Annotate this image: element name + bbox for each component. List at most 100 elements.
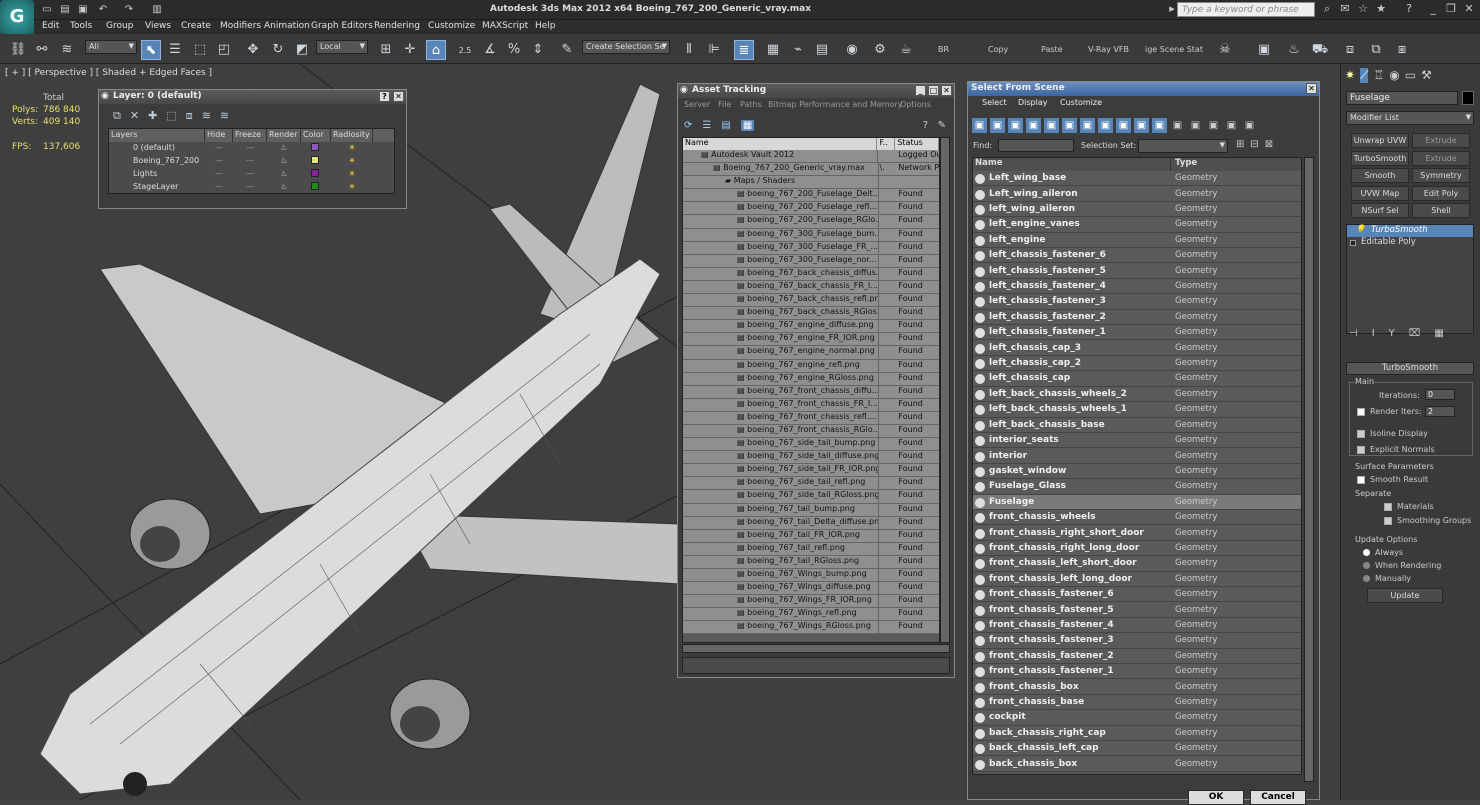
menu-maxscript[interactable]: MAXScript: [482, 21, 528, 31]
isoline-checkbox[interactable]: [1357, 430, 1365, 438]
viewport-label[interactable]: [ + ] [ Perspective ] [ Shaded + Edged F…: [5, 68, 212, 78]
asset-whatsthis-icon[interactable]: ✎: [938, 120, 946, 131]
asset-menu-options[interactable]: Options: [900, 100, 931, 112]
layer-col-render[interactable]: Render: [267, 129, 301, 142]
hierarchy-tab-icon[interactable]: ♖: [1373, 68, 1384, 83]
radiosity-icon[interactable]: ☀: [331, 155, 373, 168]
curve-editor-icon[interactable]: ⌁: [788, 40, 808, 60]
modifier-button-shell[interactable]: Shell: [1412, 203, 1470, 218]
bulb-icon[interactable]: 💡: [1355, 225, 1366, 235]
quick-render-icon[interactable]: ▣: [1254, 40, 1274, 60]
auto-key-icon[interactable]: ⧆: [1392, 40, 1412, 60]
snaps-toggle-icon[interactable]: 2.5: [455, 40, 475, 60]
edit-named-selection-icon[interactable]: ✎: [557, 40, 577, 60]
modify-tab-icon[interactable]: ⟋: [1360, 68, 1369, 83]
radiosity-icon[interactable]: ☀: [331, 142, 373, 155]
select-scale-icon[interactable]: ◩: [292, 40, 312, 60]
asset-row[interactable]: ▤ boeing_767_200_Fuselage_RGlo... Found: [683, 215, 939, 229]
scene-object-row[interactable]: back_chassis_box Geometry: [973, 756, 1301, 772]
asset-row[interactable]: ▤ boeing_767_200_Fuselage_Delt... Found: [683, 189, 939, 203]
scene-object-row[interactable]: left_chassis_fastener_5 Geometry: [973, 263, 1301, 279]
favorites-icon[interactable]: ☆: [1356, 2, 1370, 16]
asset-row[interactable]: ▤ boeing_767_side_tail_RGloss.png Found: [683, 490, 939, 504]
select-menu-select[interactable]: Select: [982, 98, 1007, 110]
undo-icon[interactable]: ↶: [96, 3, 110, 16]
new-file-icon[interactable]: ▭: [40, 3, 54, 16]
remove-set-icon[interactable]: ⊠: [1265, 139, 1273, 150]
stack-item-turbosmooth[interactable]: 💡 TurboSmooth: [1347, 225, 1473, 237]
scene-object-row[interactable]: back_chassis_right_cap Geometry: [973, 725, 1301, 742]
asset-minimize-button[interactable]: _: [915, 85, 926, 96]
layer-hide-toggle[interactable]: —: [205, 155, 233, 168]
menu-group[interactable]: Group: [106, 21, 133, 31]
asset-row[interactable]: ▤ boeing_767_side_tail_bump.png Found: [683, 438, 939, 452]
find-input[interactable]: [998, 139, 1074, 152]
menu-rendering[interactable]: Rendering: [374, 21, 420, 31]
display-shapes-icon[interactable]: ▣: [990, 118, 1005, 133]
scene-object-row[interactable]: left_chassis_fastener_4 Geometry: [973, 278, 1301, 295]
tree-view-icon[interactable]: ▤: [721, 120, 730, 131]
spinner-snap-icon[interactable]: ⇕: [528, 40, 548, 60]
scene-object-row[interactable]: left_chassis_fastener_3 Geometry: [973, 294, 1301, 310]
scene-stat-button[interactable]: ige Scene Stat: [1145, 45, 1203, 54]
add-set-icon[interactable]: ⊞: [1236, 139, 1244, 150]
asset-hscrollbar[interactable]: [682, 644, 950, 653]
select-object-icon[interactable]: ⬉: [141, 40, 161, 60]
asset-row[interactable]: ▤ boeing_767_back_chassis_diffus... Found: [683, 267, 939, 281]
make-unique-icon[interactable]: Y: [1389, 328, 1395, 339]
update-button[interactable]: Update: [1367, 588, 1443, 603]
menu-create[interactable]: Create: [181, 21, 211, 31]
new-layer-icon[interactable]: ⧉: [113, 109, 121, 123]
display-bones-icon[interactable]: ▣: [1116, 118, 1131, 133]
scene-object-row[interactable]: front_chassis_left_short_door Geometry: [973, 556, 1301, 572]
display-spacewarps-icon[interactable]: ▣: [1062, 118, 1077, 133]
link-icon[interactable]: ⛓: [8, 40, 28, 60]
asset-menu-file[interactable]: File: [718, 100, 731, 112]
paste-button[interactable]: Paste: [1041, 45, 1063, 54]
scene-object-row[interactable]: left_chassis_fastener_6 Geometry: [973, 248, 1301, 264]
remove-modifier-icon[interactable]: ⌧: [1409, 328, 1421, 339]
restore-icon[interactable]: ❐: [1444, 2, 1458, 16]
copy-button[interactable]: Copy: [988, 45, 1008, 54]
align-icon[interactable]: ⊫: [704, 40, 724, 60]
smoothing-groups-checkbox[interactable]: [1384, 517, 1392, 525]
menu-views[interactable]: Views: [145, 21, 171, 31]
asset-row[interactable]: ▤ boeing_767_300_Fuselage_nor... Found: [683, 254, 939, 268]
keyboard-shortcut-toggle-icon[interactable]: ⌂: [426, 40, 446, 60]
asset-row[interactable]: ▤ boeing_767_tail_RGloss.png Found: [683, 555, 939, 569]
modifier-button-extrude[interactable]: Extrude: [1412, 133, 1470, 148]
menu-help[interactable]: Help: [535, 21, 556, 31]
modifier-button-nsurf-sel[interactable]: NSurf Sel: [1351, 203, 1409, 218]
scene-object-row[interactable]: front_chassis_fastener_3 Geometry: [973, 633, 1301, 649]
teapot-render-icon[interactable]: ♨: [267, 181, 301, 194]
teapot-render-icon[interactable]: ♨: [267, 155, 301, 168]
layer-color-swatch[interactable]: [301, 181, 331, 194]
explicit-normals-checkbox[interactable]: [1357, 446, 1365, 454]
smooth-result-checkbox[interactable]: [1357, 476, 1365, 484]
layer-col-radiosity[interactable]: Radiosity: [331, 129, 373, 142]
layer-freeze-toggle[interactable]: —: [233, 155, 267, 168]
display-tab-icon[interactable]: ▭: [1405, 68, 1416, 83]
asset-maximize-button[interactable]: □: [928, 85, 939, 96]
help-search-input[interactable]: Type a keyword or phrase: [1177, 2, 1315, 17]
selection-filter-dropdown[interactable]: All: [85, 40, 137, 54]
add-to-layer-icon[interactable]: ✚: [148, 109, 157, 123]
layer-color-swatch[interactable]: [301, 142, 331, 155]
project-folder-icon[interactable]: ▥: [150, 3, 164, 16]
asset-row[interactable]: ▤ boeing_767_side_tail_diffuse.png Found: [683, 451, 939, 465]
scene-object-row[interactable]: gasket_window Geometry: [973, 463, 1301, 480]
material-editor-icon[interactable]: ◉: [842, 40, 862, 60]
asset-row[interactable]: ▤ boeing_767_tail_FR_IOR.png Found: [683, 529, 939, 543]
angle-snap-icon[interactable]: ∡: [480, 40, 500, 60]
asset-row[interactable]: ▤ boeing_767_Wings_RGloss.png Found: [683, 621, 939, 635]
bind-space-warp-icon[interactable]: ≋: [57, 40, 77, 60]
asset-row[interactable]: ▤ boeing_767_back_chassis_refl.png Found: [683, 294, 939, 308]
materials-checkbox[interactable]: [1384, 503, 1392, 511]
communication-center-icon[interactable]: ✉: [1338, 2, 1352, 16]
select-move-icon[interactable]: ✥: [243, 40, 263, 60]
scene-object-row[interactable]: left_chassis_cap_3 Geometry: [973, 340, 1301, 356]
asset-scrollbar[interactable]: [940, 137, 950, 643]
selection-set-dropdown[interactable]: [1138, 139, 1228, 153]
scene-object-row[interactable]: cockpit Geometry: [973, 710, 1301, 726]
turbosmooth-rollout-header[interactable]: TurboSmooth: [1346, 362, 1474, 375]
